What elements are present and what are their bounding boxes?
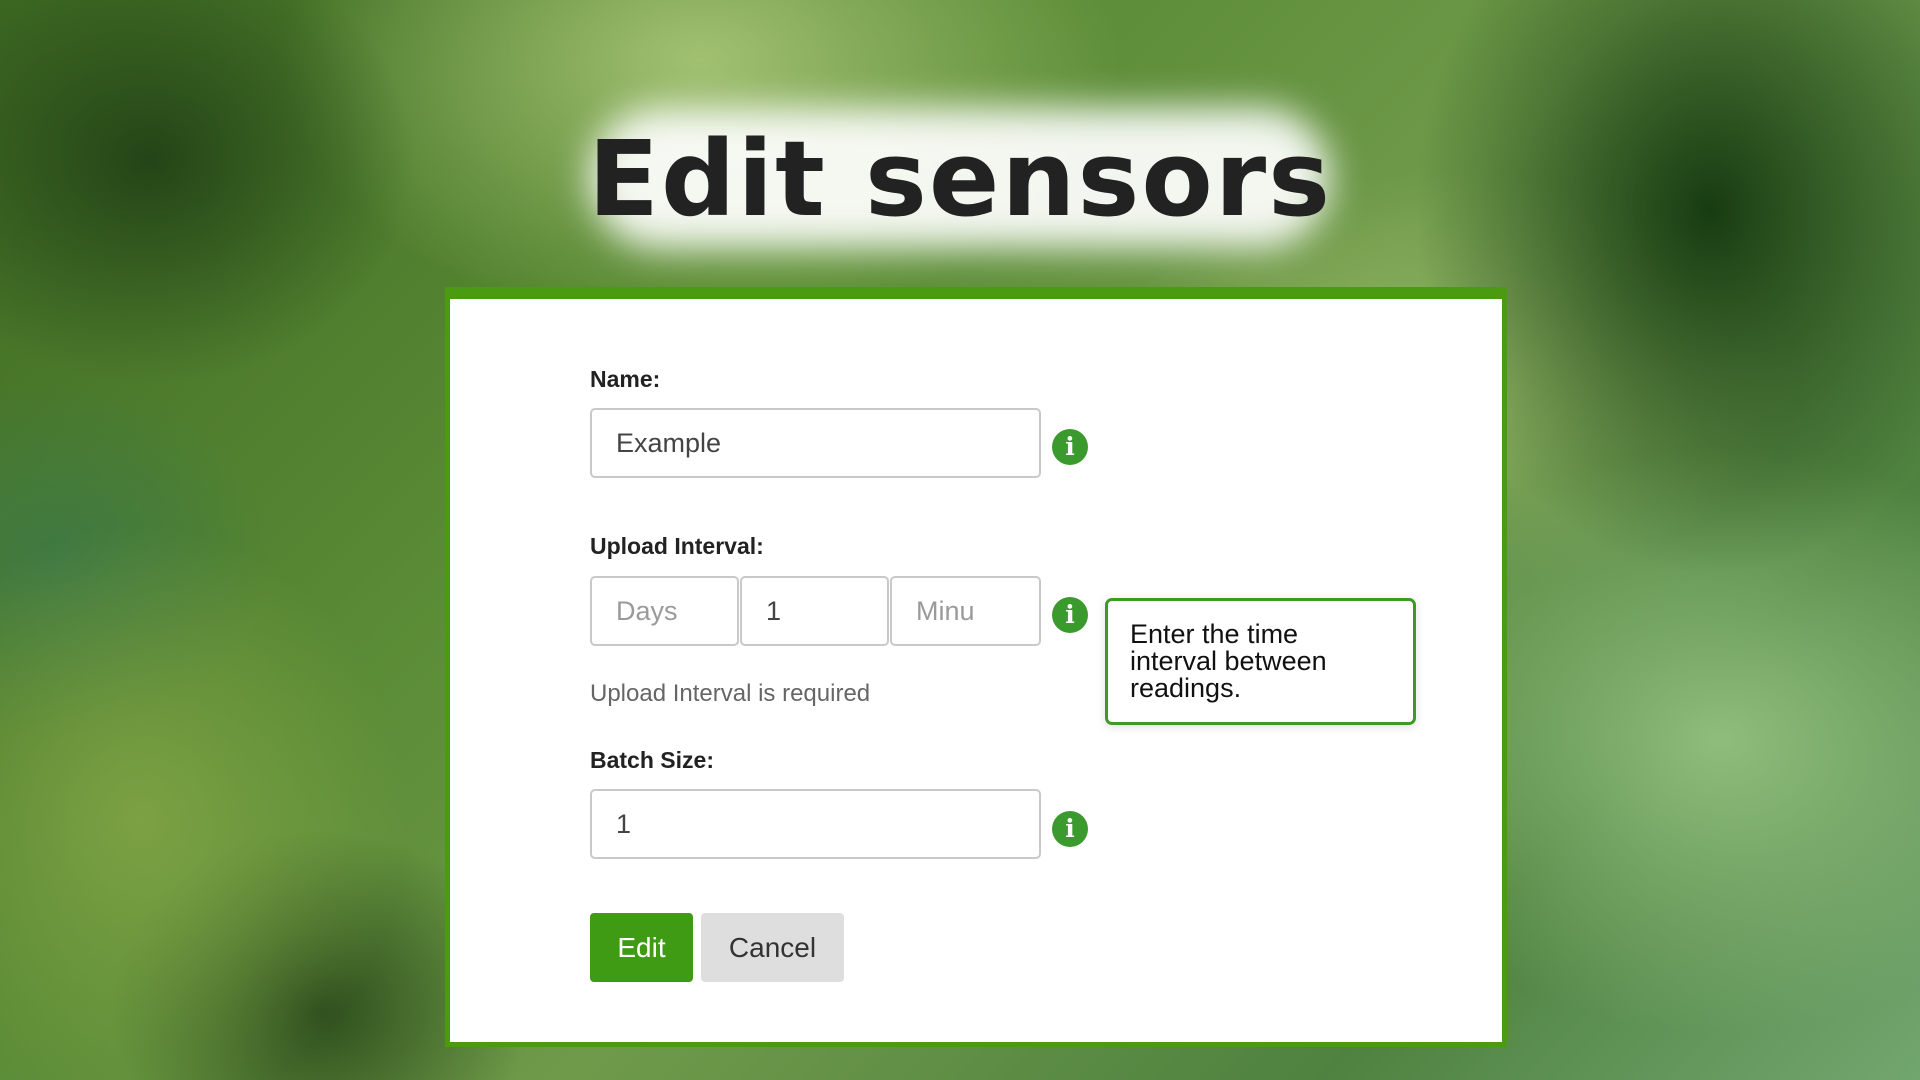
name-label: Name: (590, 366, 661, 392)
interval-days-input[interactable] (590, 576, 739, 646)
name-info-icon[interactable]: i (1052, 429, 1088, 465)
page-title: Edit sensors (587, 118, 1333, 240)
upload-interval-error: Upload Interval is required (590, 680, 871, 707)
interval-hours-input[interactable] (740, 576, 889, 646)
upload-interval-info-icon[interactable]: i (1052, 597, 1088, 633)
batch-size-input[interactable] (590, 789, 1041, 859)
batch-size-label: Batch Size: (590, 747, 714, 773)
cancel-button[interactable]: Cancel (701, 913, 844, 982)
name-input[interactable] (590, 408, 1041, 478)
upload-interval-tooltip: Enter the time interval between readings… (1105, 598, 1416, 725)
edit-button[interactable]: Edit (590, 913, 693, 982)
upload-interval-label: Upload Interval: (590, 533, 764, 559)
batch-size-info-icon[interactable]: i (1052, 811, 1088, 847)
interval-minutes-input[interactable] (890, 576, 1041, 646)
